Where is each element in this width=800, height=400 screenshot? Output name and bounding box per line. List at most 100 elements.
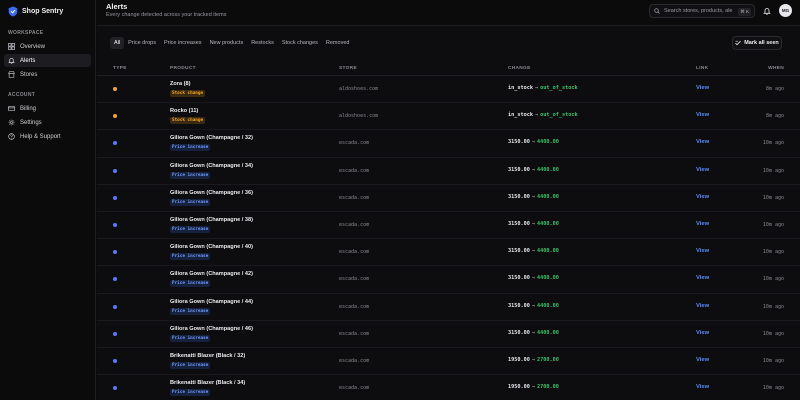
sidebar-item-label: Settings: [20, 119, 42, 126]
view-link[interactable]: View: [696, 357, 709, 363]
change-from: 3150.00: [508, 193, 530, 200]
change-to: 4400.00: [537, 275, 559, 282]
alert-type-badge: Price increase: [170, 280, 211, 288]
change-value: 3150.00 → 4400.00: [508, 303, 559, 309]
alert-type-badge: Price increase: [170, 334, 211, 342]
column-header-when[interactable]: WHEN: [768, 66, 784, 71]
table-row[interactable]: Rocko (11) Stock change aldoshoes.com in_st…: [97, 103, 800, 131]
search-input[interactable]: [664, 8, 734, 14]
grid-icon: [8, 43, 15, 50]
notifications-bell-icon[interactable]: [763, 7, 771, 15]
store-icon: [8, 71, 15, 78]
page-title: Alerts: [106, 2, 128, 11]
view-link[interactable]: View: [696, 167, 709, 173]
sidebar-item-label: Overview: [20, 43, 46, 50]
search-shortcut: ⌘ K: [738, 8, 751, 16]
view-link[interactable]: View: [696, 85, 709, 91]
table-row[interactable]: Giliora Gown (Champagne / 40) Price incre…: [97, 239, 800, 267]
filter-tabs: All Price drops Price increases New prod…: [110, 37, 353, 49]
alert-type-dot: [113, 304, 117, 309]
store-domain: escada.com: [339, 276, 370, 283]
view-link[interactable]: View: [696, 248, 709, 254]
tab-all[interactable]: All: [110, 37, 125, 49]
table-row[interactable]: Giliora Gown (Champagne / 38) Price incre…: [97, 212, 800, 240]
product-name: Zora (8): [170, 81, 191, 87]
avatar[interactable]: MG: [779, 4, 792, 17]
arrow-right-icon: →: [531, 193, 535, 200]
alert-time: 10m ago: [762, 221, 784, 228]
table-row[interactable]: Giliora Gown (Champagne / 36) Price incre…: [97, 185, 800, 212]
sidebar-item-alerts[interactable]: Alerts: [4, 54, 91, 67]
table-row[interactable]: Giliora Gown (Champagne / 32) Price incre…: [97, 130, 800, 158]
table-row[interactable]: Zora (8) Stock change aldoshoes.com in_stoc…: [97, 76, 800, 104]
column-header-link[interactable]: LINK: [696, 66, 708, 71]
tab-stock-changes[interactable]: Stock changes: [278, 37, 322, 49]
sidebar-item-help[interactable]: Help & Support: [4, 130, 91, 143]
sidebar-item-stores[interactable]: Stores: [4, 68, 91, 81]
change-to: 4400.00: [537, 248, 559, 255]
table-row[interactable]: Giliora Gown (Champagne / 46) Price incre…: [97, 321, 800, 348]
view-link[interactable]: View: [696, 221, 709, 227]
mark-all-seen-button[interactable]: Mark all seen: [732, 36, 782, 50]
alert-time: 10m ago: [762, 249, 784, 256]
column-header-product[interactable]: PRODUCT: [170, 66, 196, 71]
arrow-right-icon: →: [531, 275, 535, 282]
sidebar-item-billing[interactable]: Billing: [4, 102, 91, 115]
store-domain: escada.com: [339, 303, 370, 310]
alert-type-dot: [113, 114, 117, 119]
tab-price-increases[interactable]: Price increases: [160, 37, 206, 49]
change-to: out_of_stock: [540, 112, 578, 119]
change-to: 4400.00: [537, 166, 559, 173]
store-domain: escada.com: [339, 357, 370, 364]
table-row[interactable]: Giliora Gown (Champagne / 42) Price incre…: [97, 266, 800, 294]
view-link[interactable]: View: [696, 139, 709, 145]
column-header-store[interactable]: STORE: [339, 66, 357, 71]
product-name: Giliora Gown (Champagne / 44): [170, 298, 253, 305]
table-row[interactable]: Giliora Gown (Champagne / 44) Price incre…: [97, 294, 800, 321]
view-link[interactable]: View: [696, 275, 709, 281]
table-row[interactable]: Brikenatti Blazer (Black / 32) Price incr…: [97, 348, 800, 376]
arrow-right-icon: →: [531, 384, 535, 391]
view-link[interactable]: View: [696, 112, 709, 118]
change-from: 1950.00: [508, 384, 530, 391]
change-value: 3150.00 → 4400.00: [508, 194, 559, 200]
tab-removed[interactable]: Removed: [322, 37, 354, 49]
sidebar-item-settings[interactable]: Settings: [4, 116, 91, 129]
change-value: 1950.00 → 2700.00: [508, 384, 559, 390]
tab-restocks[interactable]: Restocks: [247, 37, 278, 49]
change-from: 3150.00: [508, 220, 530, 227]
change-to: 4400.00: [537, 302, 559, 309]
table-row[interactable]: Giliora Gown (Champagne / 34) Price incre…: [97, 158, 800, 185]
view-link[interactable]: View: [696, 303, 709, 309]
alert-time: 10m ago: [762, 357, 784, 364]
main-panel: Alerts Every change detected across your…: [97, 0, 800, 400]
alert-type-dot: [113, 87, 117, 91]
change-value: 3150.00 → 4400.00: [508, 139, 559, 145]
view-link[interactable]: View: [696, 330, 709, 336]
table-row[interactable]: Brikenatti Blazer (Black / 34) Price incr…: [97, 375, 800, 400]
brand[interactable]: Shop Sentry: [8, 5, 63, 17]
change-from: 1950.00: [508, 356, 530, 363]
view-link[interactable]: View: [696, 384, 709, 390]
tab-new-products[interactable]: New products: [206, 37, 248, 49]
sidebar-item-overview[interactable]: Overview: [4, 40, 91, 53]
arrow-right-icon: →: [531, 248, 535, 255]
alert-type-badge: Price increase: [170, 307, 211, 315]
table-header: TYPE PRODUCT STORE CHANGE LINK WHEN: [97, 62, 800, 76]
column-header-change[interactable]: CHANGE: [508, 66, 531, 71]
change-to: 4400.00: [537, 139, 559, 146]
change-to: 4400.00: [537, 193, 559, 200]
view-link[interactable]: View: [696, 194, 709, 200]
search-box[interactable]: ⌘ K: [649, 4, 755, 18]
alert-type-dot: [113, 250, 117, 255]
alert-type-badge: Price increase: [170, 171, 211, 179]
alert-time: 10m ago: [762, 385, 784, 392]
product-name: Brikenatti Blazer (Black / 34): [170, 380, 246, 387]
alert-type-badge: Price increase: [170, 225, 211, 233]
tab-price-drops[interactable]: Price drops: [124, 37, 160, 49]
table-body: Zora (8) Stock change aldoshoes.com in_stoc…: [97, 76, 800, 400]
store-domain: escada.com: [339, 140, 370, 147]
alert-time: 10m ago: [762, 140, 784, 147]
column-header-type[interactable]: TYPE: [113, 66, 127, 71]
change-from: in_stock: [508, 112, 533, 119]
